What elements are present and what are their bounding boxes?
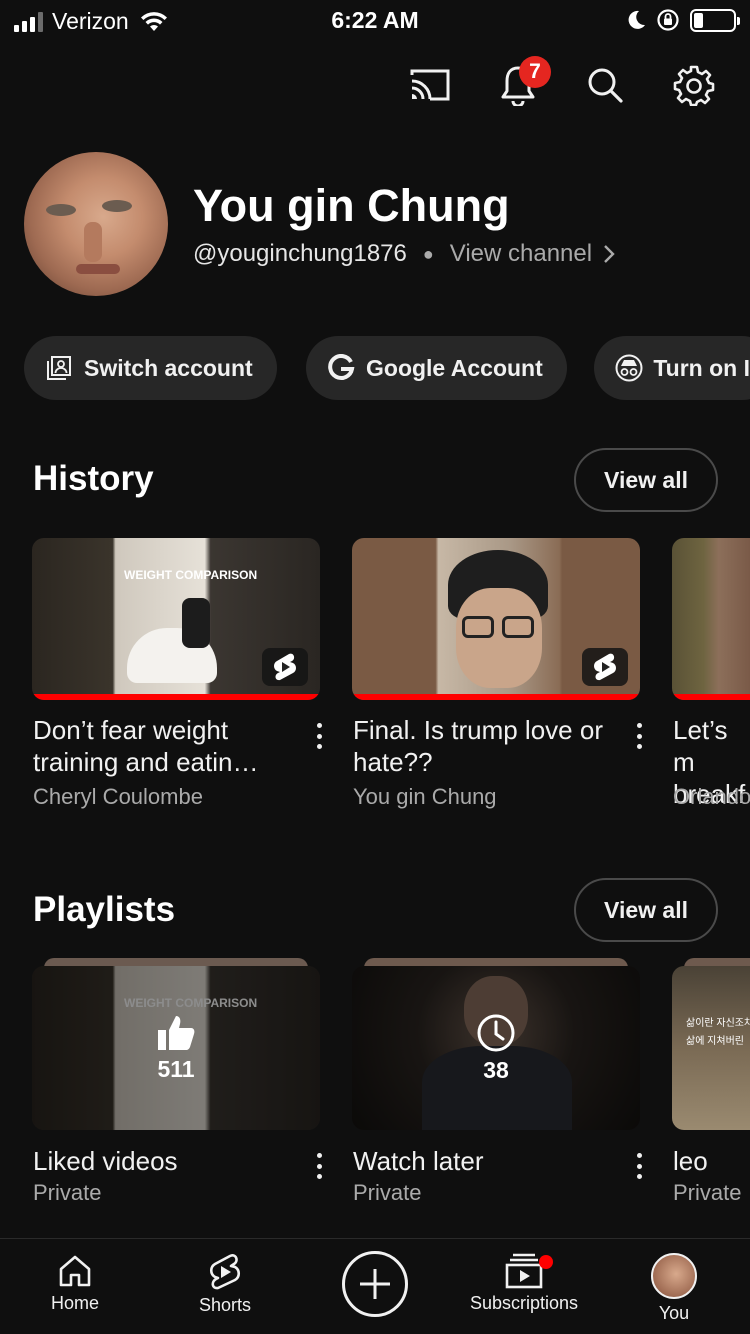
video-channel: You gin Chung [353, 784, 497, 809]
home-icon [59, 1255, 91, 1287]
thumbs-up-icon [158, 1015, 195, 1050]
orientation-lock-icon [657, 9, 679, 31]
chip-label: Google Account [366, 354, 543, 381]
create-button[interactable] [342, 1251, 408, 1317]
moon-icon [628, 10, 645, 29]
gear-icon [673, 65, 715, 106]
status-bar: Verizon 6:22 AM [0, 0, 750, 40]
watch-progress-bar [352, 694, 640, 700]
thumb-caption: 삶이란 자신조차 [686, 1018, 750, 1029]
thumb-caption: 삶에 지쳐버린 [686, 1036, 744, 1047]
playlist-overlay: 38 [352, 966, 640, 1130]
history-thumbnail[interactable]: WEIGHT COMPARISON [32, 538, 320, 700]
video-title[interactable]: Final. Is trump love or hate?? [353, 714, 623, 778]
google-account-chip[interactable]: Google Account [306, 336, 567, 400]
playlist-privacy: Private [33, 1180, 102, 1205]
playlist-privacy: Private [353, 1180, 422, 1205]
playlist-title[interactable]: Watch later [353, 1146, 484, 1177]
nav-label: You [658, 1303, 690, 1323]
status-right [626, 8, 740, 32]
shorts-icon [274, 653, 296, 681]
notification-count-badge: 7 [519, 56, 551, 88]
playlists-title: Playlists [33, 890, 176, 929]
playlist-thumbnail[interactable]: 삶이란 자신조차 삶에 지쳐버린 [672, 966, 750, 1130]
avatar [651, 1253, 697, 1299]
cast-icon [410, 69, 450, 101]
settings-button[interactable] [669, 60, 719, 110]
nav-label: Home [50, 1293, 99, 1313]
nav-label: Shorts [198, 1295, 252, 1315]
video-channel: Cheryl Coulombe [33, 784, 203, 809]
profile-handle: @youginchung1876 [193, 240, 407, 267]
playlist-thumbnail[interactable]: WEIGHT COMPARISON 511 [32, 966, 320, 1130]
create-plus-icon [360, 1269, 390, 1299]
nav-label: Subscriptions [469, 1293, 579, 1313]
top-action-bar: 7 [0, 56, 750, 110]
bottom-navigation: Home Shorts Subscriptions You [0, 1238, 750, 1334]
view-channel-link[interactable]: View channel [450, 240, 592, 268]
more-options-icon[interactable] [633, 721, 645, 751]
watch-progress-bar [672, 694, 750, 700]
clock-icon [477, 1014, 515, 1051]
more-options-icon[interactable] [313, 721, 325, 751]
video-title[interactable]: Don’t fear weight training and eatin… [33, 714, 303, 778]
switch-account-chip[interactable]: Switch account [24, 336, 277, 400]
chip-label: Turn on I [653, 354, 750, 381]
google-g-icon [326, 353, 356, 383]
thumb-caption: WEIGHT COMPARISON [124, 568, 258, 582]
nav-you[interactable]: You [599, 1239, 749, 1334]
nav-shorts[interactable]: Shorts [150, 1239, 300, 1334]
playlist-thumbnail[interactable]: 38 [352, 966, 640, 1130]
watch-progress-bar [32, 694, 320, 700]
nav-subscriptions[interactable]: Subscriptions [449, 1239, 599, 1334]
profile-meta: @youginchung1876 ● View channel [193, 240, 616, 268]
playlist-count: 511 [157, 1055, 195, 1082]
cast-button[interactable] [405, 60, 455, 110]
chip-label: Switch account [84, 354, 253, 381]
video-channel: Orlando [673, 784, 750, 809]
playlist-overlay: 511 [32, 966, 320, 1130]
history-thumbnail[interactable] [352, 538, 640, 700]
playlist-title[interactable]: Liked videos [33, 1146, 178, 1177]
new-content-dot [539, 1255, 553, 1269]
playlists-view-all-button[interactable]: View all [574, 878, 718, 942]
playlist-privacy: Private [673, 1180, 742, 1205]
shorts-icon [594, 653, 616, 681]
separator-dot: ● [422, 243, 434, 264]
shorts-badge [582, 648, 628, 686]
notifications-button[interactable]: 7 [493, 56, 551, 110]
history-title: History [33, 459, 154, 498]
subscriptions-icon [505, 1253, 543, 1289]
search-button[interactable] [580, 60, 630, 110]
more-options-icon[interactable] [313, 1151, 325, 1181]
battery-icon [690, 8, 740, 32]
profile-name: You gin Chung [193, 180, 510, 231]
shorts-badge [262, 648, 308, 686]
nav-home[interactable]: Home [0, 1239, 150, 1334]
search-icon [588, 68, 623, 103]
playlist-count: 38 [483, 1056, 509, 1083]
history-thumbnail[interactable] [672, 538, 750, 700]
profile-avatar[interactable] [24, 152, 168, 296]
chevron-right-icon [604, 245, 615, 263]
incognito-chip[interactable]: Turn on I [594, 336, 750, 400]
shorts-icon [209, 1254, 241, 1290]
history-view-all-button[interactable]: View all [574, 448, 718, 512]
incognito-icon [614, 353, 643, 383]
more-options-icon[interactable] [633, 1151, 645, 1181]
switch-account-icon [44, 353, 74, 383]
playlist-title[interactable]: leo [673, 1146, 708, 1177]
